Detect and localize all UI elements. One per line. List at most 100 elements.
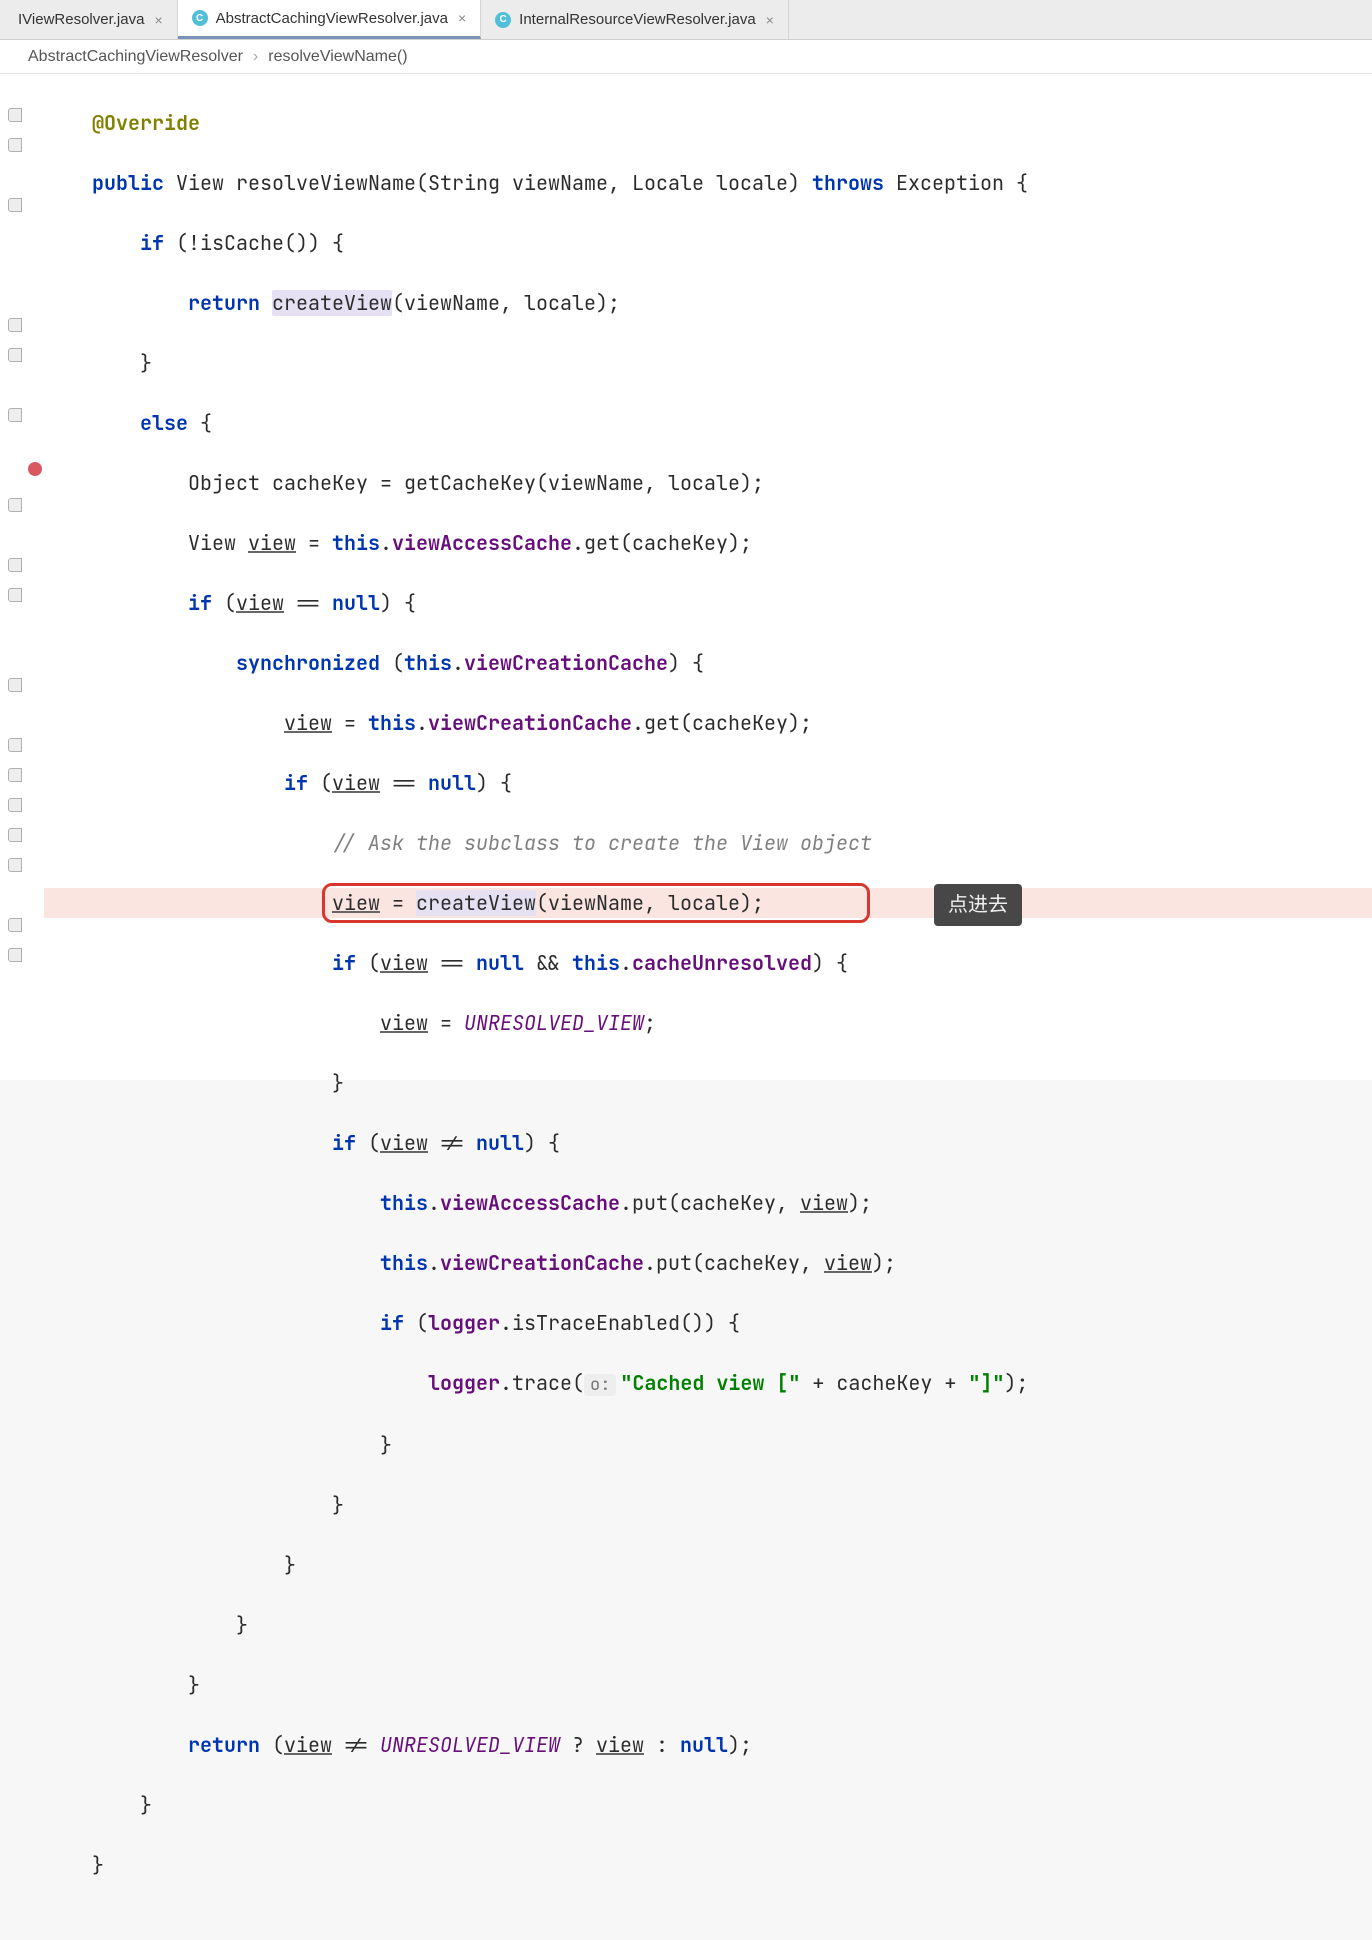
- ref: view: [380, 1010, 428, 1036]
- fold-marker-icon[interactable]: [8, 408, 22, 422]
- kw: if: [332, 950, 356, 976]
- editor-tabs: IViewResolver.java × C AbstractCachingVi…: [0, 0, 1372, 40]
- kw: this: [368, 710, 416, 736]
- type: String: [428, 170, 500, 196]
- const: UNRESOLVED_VIEW: [464, 1010, 644, 1036]
- ref: view: [284, 710, 332, 736]
- call: put: [656, 1250, 692, 1276]
- fold-marker-icon[interactable]: [8, 948, 22, 962]
- code-editor[interactable]: @Override public View resolveViewName(St…: [32, 74, 1372, 1080]
- op: :: [656, 1732, 668, 1758]
- tab-label: InternalResourceViewResolver.java: [519, 11, 756, 28]
- ref: viewName: [548, 890, 644, 916]
- ref: view: [380, 950, 428, 976]
- annotation-label: 点进去: [934, 884, 1022, 926]
- gutter[interactable]: [0, 74, 32, 1080]
- fold-marker-icon[interactable]: [8, 918, 22, 932]
- ref: cacheKey: [680, 1190, 776, 1216]
- call: createView: [416, 890, 536, 916]
- inlay-hint: o:: [584, 1374, 616, 1396]
- kw: null: [476, 950, 524, 976]
- fold-marker-icon[interactable]: [8, 588, 22, 602]
- kw: null: [680, 1732, 728, 1758]
- call: isTraceEnabled: [512, 1310, 680, 1336]
- kw: else: [140, 410, 188, 436]
- field: viewAccessCache: [392, 530, 572, 556]
- kw: if: [188, 590, 212, 616]
- kw: return: [188, 1732, 260, 1758]
- breakpoint-line[interactable]: view = createView(viewName, locale);点进去: [44, 888, 1372, 918]
- breadcrumb-method[interactable]: resolveViewName(): [268, 48, 407, 66]
- kw: if: [380, 1310, 404, 1336]
- fold-marker-icon[interactable]: [8, 558, 22, 572]
- fold-marker-icon[interactable]: [8, 798, 22, 812]
- call: createView: [272, 290, 392, 316]
- field: viewCreationCache: [440, 1250, 644, 1276]
- fold-marker-icon[interactable]: [8, 768, 22, 782]
- ref: cacheKey: [632, 530, 728, 556]
- ref: view: [284, 1732, 332, 1758]
- fold-marker-icon[interactable]: [8, 138, 22, 152]
- field: viewCreationCache: [428, 710, 632, 736]
- class-icon: C: [495, 12, 511, 28]
- string: "Cached view [": [620, 1370, 800, 1396]
- param: locale: [716, 170, 788, 196]
- type: Exception: [896, 170, 1004, 196]
- close-icon[interactable]: ×: [458, 10, 466, 26]
- kw: null: [476, 1130, 524, 1156]
- tab-label: AbstractCachingViewResolver.java: [216, 10, 448, 27]
- kw: this: [404, 650, 452, 676]
- kw: if: [284, 770, 308, 796]
- field: viewCreationCache: [464, 650, 668, 676]
- ref: viewName: [548, 470, 644, 496]
- kw: null: [428, 770, 476, 796]
- fold-marker-icon[interactable]: [8, 678, 22, 692]
- call: get: [584, 530, 620, 556]
- fold-marker-icon[interactable]: [8, 198, 22, 212]
- type: Locale: [632, 170, 704, 196]
- fold-marker-icon[interactable]: [8, 828, 22, 842]
- fold-marker-icon[interactable]: [8, 318, 22, 332]
- op: ?: [572, 1732, 584, 1758]
- ref: view: [824, 1250, 872, 1276]
- call: put: [632, 1190, 668, 1216]
- var: cacheKey: [272, 470, 368, 496]
- kw: this: [380, 1250, 428, 1276]
- close-icon[interactable]: ×: [154, 12, 162, 28]
- fold-marker-icon[interactable]: [8, 738, 22, 752]
- close-icon[interactable]: ×: [766, 12, 774, 28]
- field: viewAccessCache: [440, 1190, 620, 1216]
- breadcrumb-class[interactable]: AbstractCachingViewResolver: [28, 48, 243, 66]
- kw: public: [92, 170, 164, 196]
- call: get: [644, 710, 680, 736]
- op: !=: [440, 1130, 464, 1156]
- op: !=: [344, 1732, 368, 1758]
- method-name: resolveViewName: [236, 170, 416, 196]
- ref: cacheKey: [704, 1250, 800, 1276]
- ref: locale: [668, 470, 740, 496]
- var: view: [248, 530, 296, 556]
- ref: cacheKey: [836, 1370, 932, 1396]
- call: isCache: [200, 230, 284, 256]
- param: viewName: [512, 170, 608, 196]
- tab-iviewresolver[interactable]: IViewResolver.java ×: [4, 0, 178, 39]
- call: trace: [512, 1370, 572, 1396]
- fold-marker-icon[interactable]: [8, 348, 22, 362]
- ref: view: [332, 770, 380, 796]
- type: View: [188, 530, 236, 556]
- tab-abstractcachingviewresolver[interactable]: C AbstractCachingViewResolver.java ×: [178, 0, 482, 39]
- fold-marker-icon[interactable]: [8, 108, 22, 122]
- kw: this: [380, 1190, 428, 1216]
- tab-label: IViewResolver.java: [18, 11, 144, 28]
- kw: this: [332, 530, 380, 556]
- ref: locale: [524, 290, 596, 316]
- ref: view: [332, 890, 380, 916]
- fold-marker-icon[interactable]: [8, 858, 22, 872]
- fold-marker-icon[interactable]: [8, 498, 22, 512]
- ref: view: [380, 1130, 428, 1156]
- ref: view: [800, 1190, 848, 1216]
- tab-internalresourceviewresolver[interactable]: C InternalResourceViewResolver.java ×: [481, 0, 789, 39]
- kw: synchronized: [236, 650, 380, 676]
- breadcrumb: AbstractCachingViewResolver › resolveVie…: [0, 40, 1372, 74]
- comment: // Ask the subclass to create the View o…: [332, 830, 872, 856]
